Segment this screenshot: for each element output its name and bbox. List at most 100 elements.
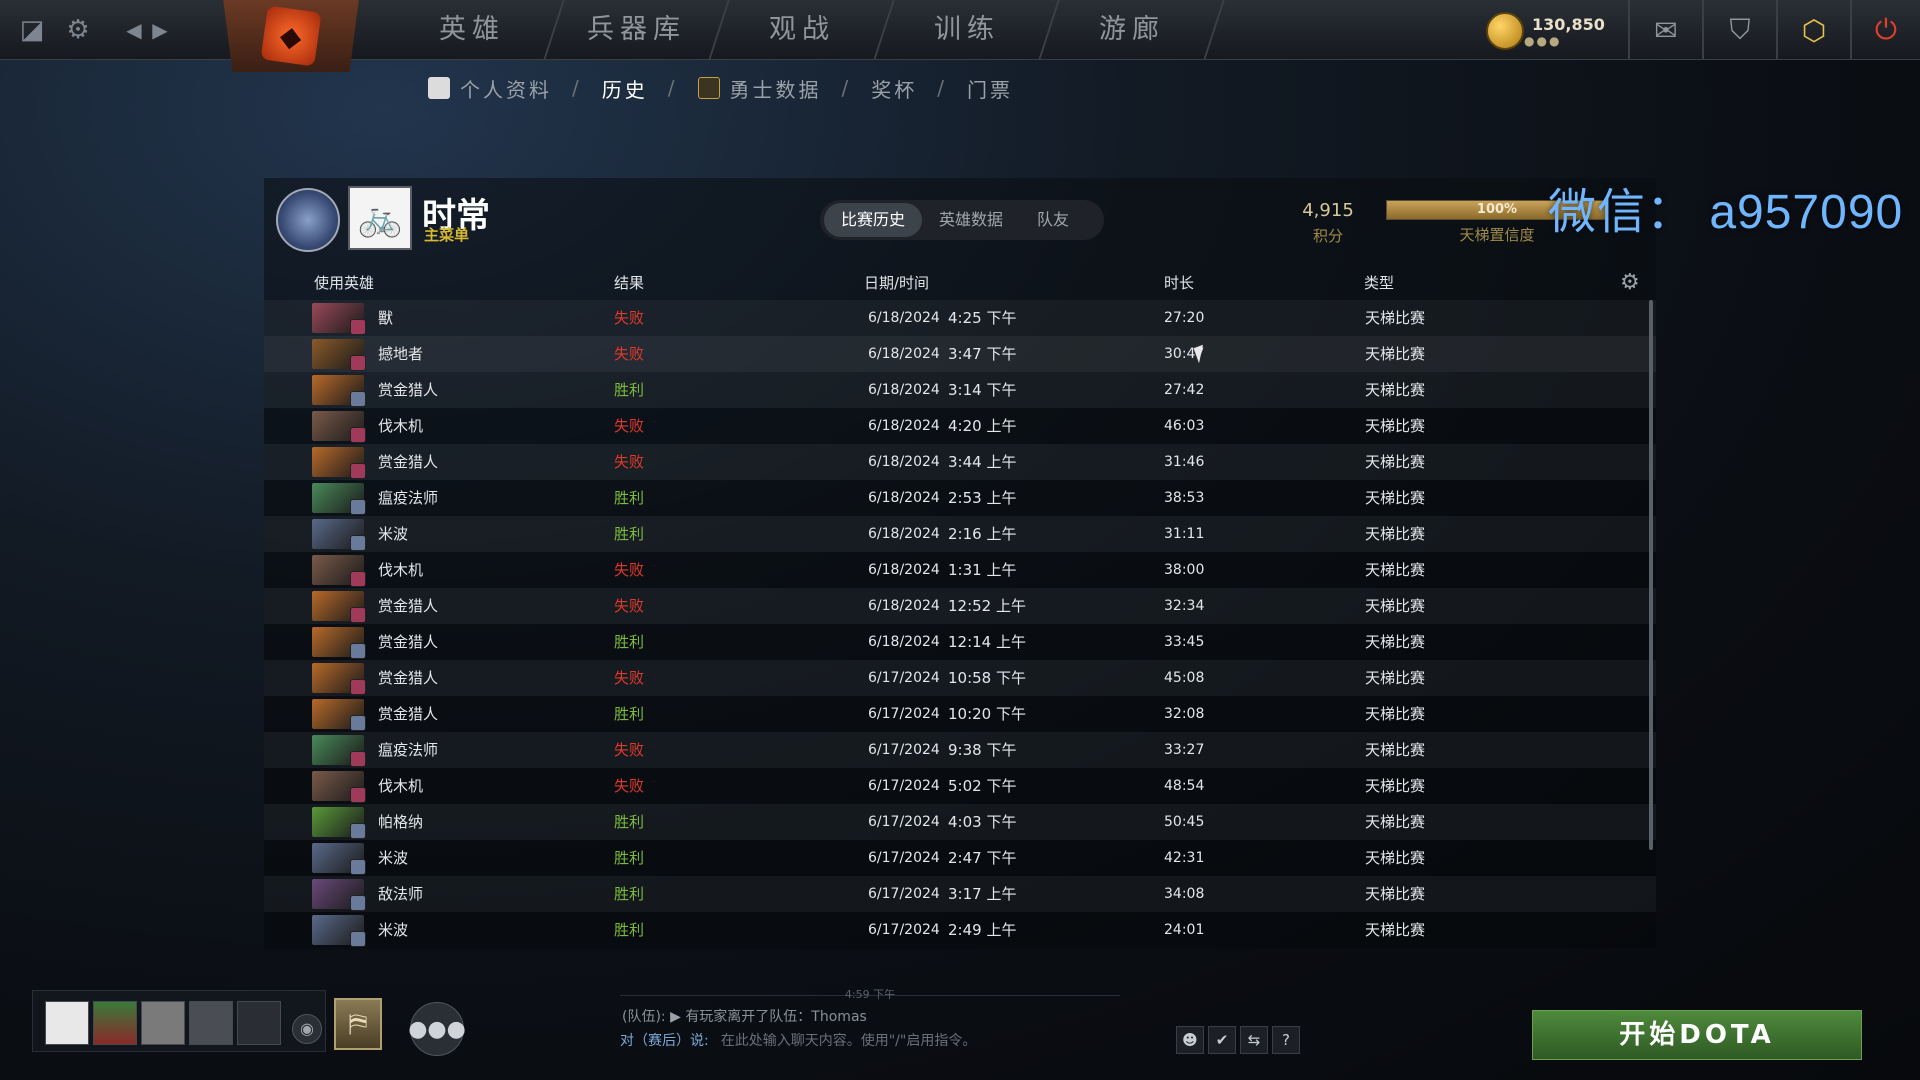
hero-portrait-icon [312, 591, 366, 623]
match-time: 3:17 上午 [948, 885, 1017, 903]
table-row[interactable]: 帕格纳 胜利 6/17/2024 4:03 下午 50:45 天梯比赛 [264, 804, 1656, 840]
match-result: 失败 [614, 417, 645, 435]
profile-header: 🚲 时常 主菜单 比赛历史 英雄数据 队友 4,915 积分 100% 天梯置信… [264, 178, 1656, 260]
nav-learn[interactable]: 训练 [875, 0, 1060, 60]
dashboard-icon[interactable]: ◪ [16, 14, 48, 46]
subnav-hero-stats[interactable]: 勇士数据 [730, 74, 822, 103]
party-banner-icon[interactable]: ⛿ [334, 998, 382, 1050]
match-result: 胜利 [614, 633, 645, 651]
rank-medal-icon[interactable] [276, 188, 340, 252]
mail-icon[interactable]: ✉ [1628, 0, 1702, 60]
subnav-history[interactable]: 历史 [602, 74, 648, 103]
table-row[interactable]: 米波 胜利 6/18/2024 2:16 上午 31:11 天梯比赛 [264, 516, 1656, 552]
party-slot-empty[interactable] [237, 1001, 281, 1045]
currency-dots: ●●● [1524, 33, 1562, 48]
match-time: 4:20 上午 [948, 417, 1017, 435]
match-result: 胜利 [614, 885, 645, 903]
nav-arcade[interactable]: 游廊 [1040, 0, 1225, 60]
match-date: 6/17/2024 [868, 778, 940, 794]
checkmark-icon[interactable]: ✔ [1208, 1026, 1236, 1054]
gear-icon[interactable]: ⚙ [62, 14, 94, 46]
group-finder-icon[interactable]: ●●● [408, 1002, 466, 1056]
match-type: 天梯比赛 [1365, 741, 1426, 759]
subnav-profile[interactable]: 个人资料 [460, 74, 552, 103]
table-row[interactable]: 獸 失败 6/18/2024 4:25 下午 27:20 天梯比赛 [264, 300, 1656, 336]
table-row[interactable]: 瘟疫法师 胜利 6/18/2024 2:53 上午 38:53 天梯比赛 [264, 480, 1656, 516]
tab-hero-stats[interactable]: 英雄数据 [922, 203, 1020, 237]
party-slot-self[interactable] [45, 1001, 89, 1045]
table-row[interactable]: 赏金猎人 胜利 6/18/2024 3:14 下午 27:42 天梯比赛 [264, 372, 1656, 408]
match-duration: 38:53 [1164, 490, 1205, 506]
col-type[interactable]: 类型 [1364, 272, 1394, 293]
role-badge-icon [350, 571, 366, 587]
col-datetime[interactable]: 日期/时间 [864, 272, 929, 293]
table-row[interactable]: 撼地者 失败 6/18/2024 3:47 下午 30:47 天梯比赛 [264, 336, 1656, 372]
match-result: 胜利 [614, 849, 645, 867]
match-time: 3:47 下午 [948, 345, 1017, 363]
chat-timestamp: 4:59 下午 [620, 988, 1120, 1001]
col-result[interactable]: 结果 [614, 272, 644, 293]
match-list: 獸失败 6/18/2024 4:25 下午 27:20 天梯比赛 撼地者 失败 6/18/20… [264, 300, 1656, 948]
player-avatar[interactable]: 🚲 [348, 186, 412, 250]
party-slot-2[interactable] [93, 1001, 137, 1045]
history-tabs: 比赛历史 英雄数据 队友 [820, 200, 1104, 240]
table-row[interactable]: 伐木机 失败 6/18/2024 1:31 上午 38:00 天梯比赛 [264, 552, 1656, 588]
dota-logo-button[interactable]: ◆ [223, 0, 359, 72]
match-time: 10:58 下午 [948, 669, 1026, 687]
match-type: 天梯比赛 [1365, 669, 1426, 687]
chat-input-row[interactable]: 对（赛后）说: 在此处输入聊天内容。使用"/"启用指令。 [620, 1026, 1172, 1056]
match-duration: 50:45 [1164, 814, 1205, 830]
chat-arrow-icon: ▶ [670, 1009, 686, 1025]
match-duration: 34:08 [1164, 886, 1205, 902]
table-row[interactable]: 敌法师 胜利 6/17/2024 3:17 上午 34:08 天梯比赛 [264, 876, 1656, 912]
chat-target[interactable]: 对（赛后）说: [620, 1026, 709, 1056]
match-type: 天梯比赛 [1365, 309, 1426, 327]
nav-heroes[interactable]: 英雄 [380, 0, 565, 60]
match-result: 失败 [614, 345, 645, 363]
forward-arrow-icon[interactable]: ▶ [144, 14, 176, 46]
table-row[interactable]: 米波 胜利 6/17/2024 2:47 下午 42:31 天梯比赛 [264, 840, 1656, 876]
tab-teammates[interactable]: 队友 [1020, 203, 1086, 237]
emoticon-icon[interactable]: ☻ [1176, 1026, 1204, 1054]
hero-name: 敌法师 [378, 885, 424, 903]
subnav-trophies[interactable]: 奖杯 [871, 74, 917, 103]
subnav-tickets[interactable]: 门票 [967, 74, 1013, 103]
table-settings-gear-icon[interactable]: ⚙ [1620, 270, 1640, 295]
table-row[interactable]: 米波 胜利 6/17/2024 2:49 上午 24:01 天梯比赛 [264, 912, 1656, 948]
table-row[interactable]: 赏金猎人 胜利 6/18/2024 12:14 上午 33:45 天梯比赛 [264, 624, 1656, 660]
match-duration: 48:54 [1164, 778, 1205, 794]
chat-channel: (队伍): [622, 1009, 666, 1025]
party-slot-3[interactable] [141, 1001, 185, 1045]
table-row[interactable]: 赏金猎人 失败 6/17/2024 10:58 下午 45:08 天梯比赛 [264, 660, 1656, 696]
table-row[interactable]: 赏金猎人 胜利 6/17/2024 10:20 下午 32:08 天梯比赛 [264, 696, 1656, 732]
channel-switch-icon[interactable]: ⇆ [1240, 1026, 1268, 1054]
table-row[interactable]: 伐木机 失败 6/18/2024 4:20 上午 46:03 天梯比赛 [264, 408, 1656, 444]
match-date: 6/17/2024 [868, 742, 940, 758]
table-row[interactable]: 赏金猎人 失败 6/18/2024 3:44 上午 31:46 天梯比赛 [264, 444, 1656, 480]
table-row[interactable]: 瘟疫法师 失败 6/17/2024 9:38 下午 33:27 天梯比赛 [264, 732, 1656, 768]
table-row[interactable]: 伐木机 失败 6/17/2024 5:02 下午 48:54 天梯比赛 [264, 768, 1656, 804]
col-hero[interactable]: 使用英雄 [314, 272, 374, 293]
voice-chat-icon[interactable]: ◉ [292, 1014, 322, 1044]
nav-armory[interactable]: 兵器库 [545, 0, 730, 60]
match-duration: 31:11 [1164, 526, 1205, 542]
match-type: 天梯比赛 [1365, 921, 1426, 939]
table-row[interactable]: 赏金猎人 失败 6/18/2024 12:52 上午 32:34 天梯比赛 [264, 588, 1656, 624]
help-icon[interactable]: ? [1272, 1026, 1300, 1054]
plus-subscription-icon[interactable]: ⬡ [1776, 0, 1850, 60]
role-badge-icon [350, 535, 366, 551]
battle-pass-icon[interactable]: ⛉ [1702, 0, 1776, 60]
match-list-scrollbar[interactable] [1649, 300, 1653, 850]
match-history-panel: 🚲 时常 主菜单 比赛历史 英雄数据 队友 4,915 积分 100% 天梯置信… [264, 178, 1656, 950]
hero-name: 米波 [378, 525, 409, 543]
chat-input[interactable]: 在此处输入聊天内容。使用"/"启用指令。 [721, 1026, 977, 1056]
currency-display[interactable]: 130,850 ●●● [1486, 12, 1605, 50]
play-dota-button[interactable]: 开始DOTA [1532, 1010, 1862, 1060]
power-icon[interactable]: ⏻ [1850, 0, 1920, 60]
tab-match-history[interactable]: 比赛历史 [824, 203, 923, 237]
nav-watch[interactable]: 观战 [710, 0, 895, 60]
party-slot-4[interactable] [189, 1001, 233, 1045]
match-date: 6/18/2024 [868, 310, 940, 326]
col-duration[interactable]: 时长 [1164, 272, 1194, 293]
match-duration: 32:34 [1164, 598, 1205, 614]
